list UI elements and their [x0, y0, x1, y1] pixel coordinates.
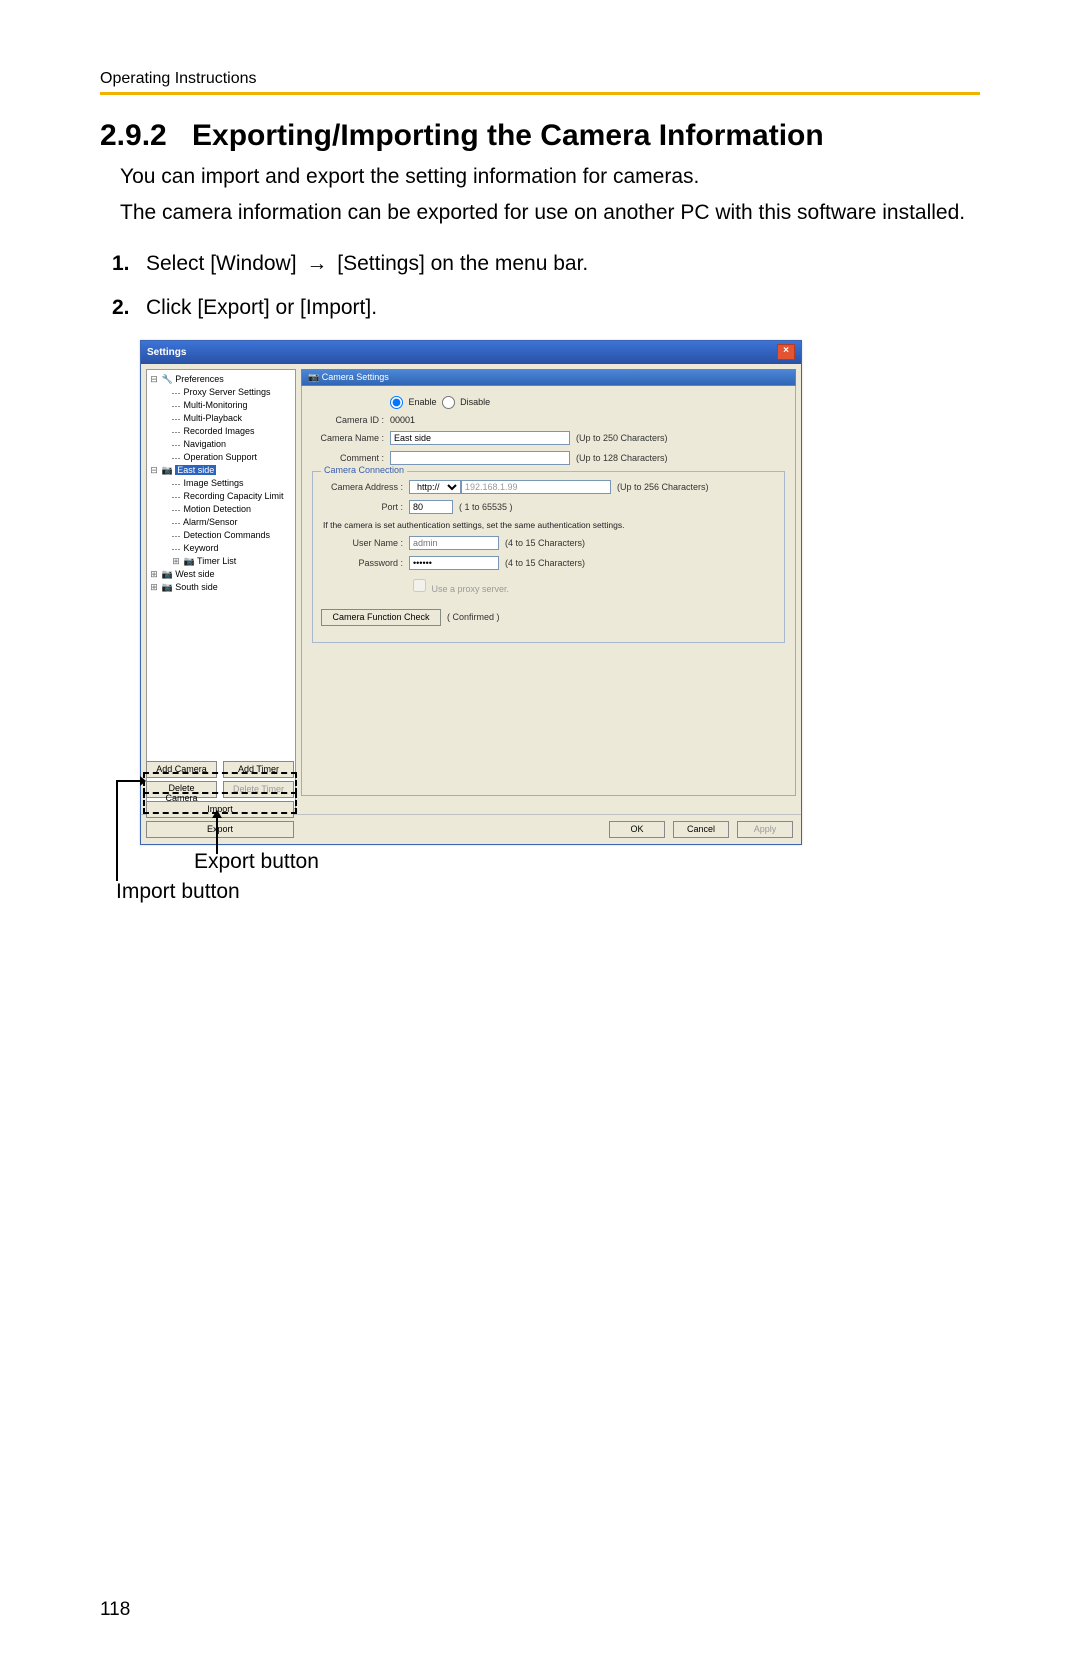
port-input[interactable]: [409, 500, 453, 514]
import-arrow-icon: [116, 774, 146, 788]
comment-hint: (Up to 128 Characters): [576, 453, 668, 463]
password-input[interactable]: [409, 556, 499, 570]
settings-dialog: Settings × ⊟ 🔧 Preferences ⋯ Proxy Serve…: [140, 340, 802, 845]
tree-node-proxy[interactable]: ⋯ Proxy Server Settings: [149, 386, 293, 399]
password-label: Password :: [321, 558, 409, 568]
port-hint: ( 1 to 65535 ): [459, 502, 513, 512]
dialog-titlebar: Settings ×: [141, 341, 801, 364]
enable-radio[interactable]: Enable: [390, 396, 437, 409]
tree-node-detcmd[interactable]: ⋯ Detection Commands: [149, 529, 293, 542]
intro-paragraph-1: You can import and export the setting in…: [120, 163, 980, 191]
tree-node-nav[interactable]: ⋯ Navigation: [149, 438, 293, 451]
tree-node-westside[interactable]: ⊞ 📷 West side: [149, 568, 293, 581]
tree-node-imgset[interactable]: ⋯ Image Settings: [149, 477, 293, 490]
cancel-button[interactable]: Cancel: [673, 821, 729, 838]
close-icon[interactable]: ×: [777, 344, 795, 360]
delete-timer-button[interactable]: Delete Timer: [223, 781, 294, 798]
disable-radio[interactable]: Disable: [442, 396, 491, 409]
page-number: 118: [100, 1599, 130, 1621]
camera-name-hint: (Up to 250 Characters): [576, 433, 668, 443]
confirmed-text: ( Confirmed ): [447, 612, 500, 622]
export-arrow-icon: [210, 810, 224, 854]
delete-camera-button[interactable]: Delete Camera: [146, 781, 217, 798]
scheme-select[interactable]: http://: [409, 480, 461, 494]
ok-button[interactable]: OK: [609, 821, 665, 838]
tree-node-reccap[interactable]: ⋯ Recording Capacity Limit: [149, 490, 293, 503]
username-label: User Name :: [321, 538, 409, 548]
tree-node-timerlist[interactable]: ⊞ 📷 Timer List: [149, 555, 293, 568]
tree-node-motion[interactable]: ⋯ Motion Detection: [149, 503, 293, 516]
running-header: Operating Instructions: [100, 70, 980, 88]
comment-label: Comment :: [312, 453, 390, 463]
section-title-text: Exporting/Importing the Camera Informati…: [192, 119, 824, 152]
section-heading: 2.9.2Exporting/Importing the Camera Info…: [100, 119, 980, 153]
import-button[interactable]: Import: [146, 801, 294, 809]
export-callout-label: Export button: [194, 850, 319, 874]
step-1: 1.Select [Window] → [Settings] on the me…: [112, 252, 980, 276]
tree-node-opsup[interactable]: ⋯ Operation Support: [149, 451, 293, 464]
username-hint: (4 to 15 Characters): [505, 538, 585, 548]
tree-node-southside[interactable]: ⊞ 📷 South side: [149, 581, 293, 594]
camera-settings-panel: 📷 Camera Settings Enable Disable Camera …: [301, 369, 796, 809]
address-hint: (Up to 256 Characters): [617, 482, 709, 492]
enable-row: Enable Disable: [312, 396, 785, 409]
tree-node-alarm[interactable]: ⋯ Alarm/Sensor: [149, 516, 293, 529]
section-number: 2.9.2: [100, 119, 192, 153]
camera-connection-fieldset: Camera Connection Camera Address : http:…: [312, 471, 785, 643]
add-camera-button[interactable]: Add Camera: [146, 761, 217, 778]
username-input[interactable]: [409, 536, 499, 550]
address-label: Camera Address :: [321, 482, 409, 492]
settings-tree[interactable]: ⊟ 🔧 Preferences ⋯ Proxy Server Settings …: [146, 369, 296, 809]
tree-node-multimon[interactable]: ⋯ Multi-Monitoring: [149, 399, 293, 412]
tree-node-recimg[interactable]: ⋯ Recorded Images: [149, 425, 293, 438]
tree-node-preferences[interactable]: ⊟ 🔧 Preferences: [149, 373, 293, 386]
settings-dialog-figure: Settings × ⊟ 🔧 Preferences ⋯ Proxy Serve…: [140, 340, 980, 845]
function-check-button[interactable]: Camera Function Check: [321, 609, 441, 626]
import-callout-label: Import button: [116, 880, 240, 904]
tree-node-eastside[interactable]: ⊟ 📷 East side: [149, 464, 293, 477]
auth-note: If the camera is set authentication sett…: [323, 520, 776, 530]
camera-id-value: 00001: [390, 415, 415, 425]
comment-input[interactable]: [390, 451, 570, 465]
add-timer-button[interactable]: Add Timer: [223, 761, 294, 778]
camera-name-label: Camera Name :: [312, 433, 390, 443]
intro-paragraph-2: The camera information can be exported f…: [120, 199, 980, 227]
tree-node-multipb[interactable]: ⋯ Multi-Playback: [149, 412, 293, 425]
arrow-icon: →: [302, 252, 331, 276]
camera-id-label: Camera ID :: [312, 415, 390, 425]
connection-legend: Camera Connection: [321, 465, 407, 475]
apply-button[interactable]: Apply: [737, 821, 793, 838]
step-2: 2.Click [Export] or [Import].: [112, 296, 980, 320]
tree-button-group: Add Camera Add Timer Delete Camera Delet…: [146, 758, 296, 809]
step-list: 1.Select [Window] → [Settings] on the me…: [112, 252, 980, 320]
tree-node-keyword[interactable]: ⋯ Keyword: [149, 542, 293, 555]
camera-name-input[interactable]: [390, 431, 570, 445]
panel-header: 📷 Camera Settings: [301, 369, 796, 386]
password-hint: (4 to 15 Characters): [505, 558, 585, 568]
dialog-title-text: Settings: [147, 347, 186, 358]
header-divider: [100, 92, 980, 95]
import-connector: [116, 781, 118, 881]
proxy-checkbox[interactable]: Use a proxy server.: [409, 576, 509, 595]
port-label: Port :: [321, 502, 409, 512]
address-input[interactable]: [461, 480, 611, 494]
